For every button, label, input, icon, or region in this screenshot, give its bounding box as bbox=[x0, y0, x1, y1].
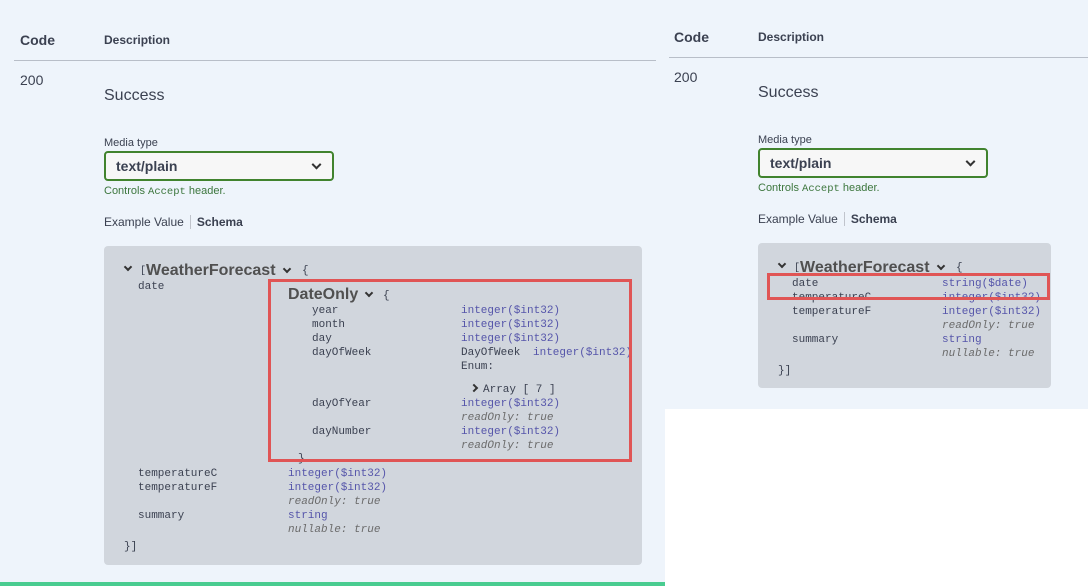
response-description: Success bbox=[758, 84, 819, 101]
property-temperaturef: temperatureF bbox=[138, 482, 218, 494]
media-type-select[interactable]: text/plain bbox=[104, 151, 334, 181]
controls-accept-note: Controls Accept header. bbox=[758, 182, 880, 195]
highlight-box bbox=[767, 273, 1050, 300]
tab-separator bbox=[843, 212, 845, 226]
media-type-value: text/plain bbox=[116, 158, 178, 174]
code-column-header: Code bbox=[674, 29, 709, 45]
right-response-panel: Code Description 200 Success Media type … bbox=[665, 0, 1088, 409]
chevron-down-icon bbox=[123, 262, 133, 272]
property-temperaturef: temperatureF bbox=[792, 306, 872, 318]
description-column-header: Description bbox=[104, 33, 171, 47]
chevron-down-icon bbox=[777, 259, 787, 269]
property-temperaturec: temperatureC bbox=[138, 468, 218, 480]
model-close: }] bbox=[778, 365, 792, 377]
property-summary: summary bbox=[792, 334, 839, 346]
property-temperaturef-type: integer($int32) bbox=[942, 306, 1042, 318]
property-temperaturef-type: integer($int32) bbox=[288, 482, 388, 494]
model-title[interactable]: WeatherForecast bbox=[146, 262, 294, 280]
chevron-down-icon bbox=[282, 264, 291, 274]
tab-example-value[interactable]: Example Value bbox=[758, 212, 838, 226]
controls-accept-note: Controls Accept header. bbox=[104, 185, 226, 198]
property-temperaturec-type: integer($int32) bbox=[288, 468, 388, 480]
left-response-panel: Code Description 200 Success Media type … bbox=[0, 0, 665, 586]
property-summary-type: string bbox=[942, 334, 982, 346]
summary-nullable: nullable: true bbox=[942, 348, 1035, 360]
tab-schema[interactable]: Schema bbox=[851, 212, 897, 226]
media-type-value: text/plain bbox=[770, 155, 832, 171]
tab-schema[interactable]: Schema bbox=[197, 215, 243, 229]
tab-separator bbox=[189, 215, 191, 229]
chevron-down-icon bbox=[936, 261, 945, 271]
highlight-box bbox=[268, 279, 632, 462]
media-type-label: Media type bbox=[758, 134, 812, 146]
description-column-header: Description bbox=[758, 30, 825, 44]
temperaturef-readonly: readOnly: true bbox=[288, 496, 381, 508]
property-summary-type: string bbox=[288, 510, 328, 522]
panel-bottom-border bbox=[0, 582, 665, 586]
response-description: Success bbox=[104, 87, 165, 104]
response-code: 200 bbox=[20, 72, 44, 88]
collapse-toggle[interactable] bbox=[121, 262, 135, 277]
response-code: 200 bbox=[674, 69, 698, 85]
header-divider bbox=[14, 60, 656, 61]
model-open-brace: { bbox=[302, 265, 309, 277]
property-date: date bbox=[138, 281, 165, 293]
property-summary: summary bbox=[138, 510, 185, 522]
temperaturef-readonly: readOnly: true bbox=[942, 320, 1035, 332]
model-close: }] bbox=[124, 541, 138, 553]
media-type-label: Media type bbox=[104, 137, 158, 149]
summary-nullable: nullable: true bbox=[288, 524, 381, 536]
example-schema-tabs: Example Value Schema bbox=[758, 212, 897, 226]
example-schema-tabs: Example Value Schema bbox=[104, 215, 243, 229]
chevron-down-icon bbox=[965, 156, 976, 167]
header-divider bbox=[669, 57, 1088, 58]
tab-example-value[interactable]: Example Value bbox=[104, 215, 184, 229]
media-type-select[interactable]: text/plain bbox=[758, 148, 988, 178]
chevron-down-icon bbox=[311, 159, 322, 170]
code-column-header: Code bbox=[20, 32, 55, 48]
